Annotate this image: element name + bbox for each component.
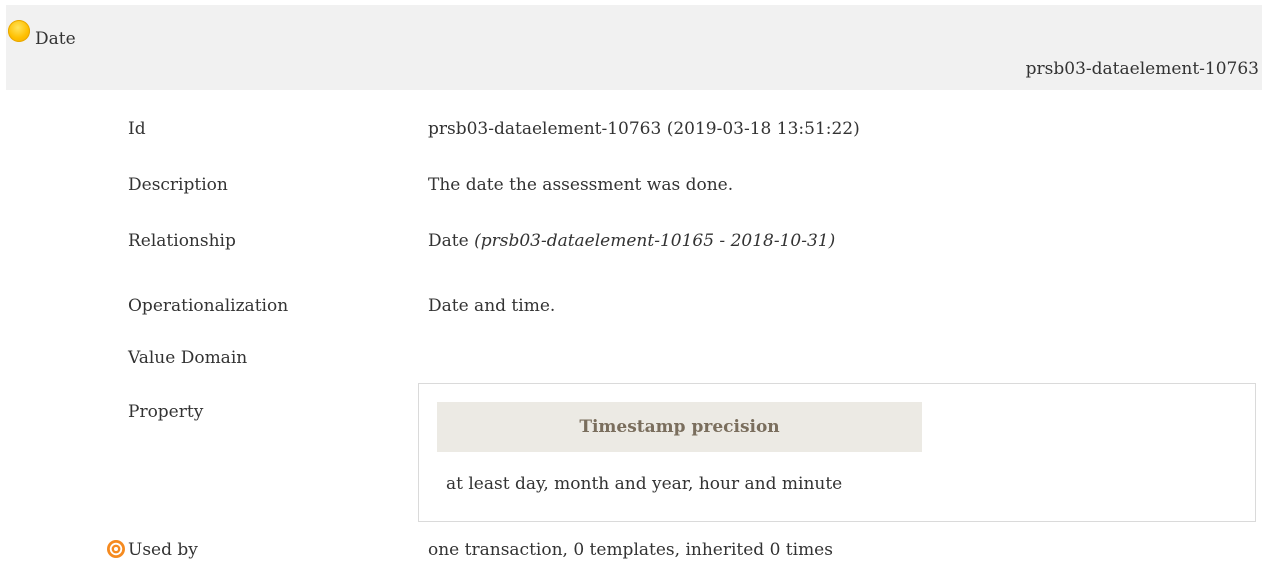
value-domain-label: Value Domain [128, 348, 248, 368]
operationalization-label: Operationalization [128, 296, 289, 316]
property-name: Timestamp precision [437, 402, 922, 452]
operationalization-value: Date and time. [428, 296, 556, 316]
description-value: The date the assessment was done. [428, 175, 734, 195]
relationship-label: Relationship [128, 231, 236, 251]
used-by-label: Used by [128, 540, 198, 560]
concept-header: Date prsb03-dataelement-10763 [6, 5, 1262, 90]
relationship-value: Date (prsb03-dataelement-10165 - 2018-10… [428, 230, 835, 252]
description-label: Description [128, 175, 228, 195]
id-label: Id [128, 119, 146, 139]
target-icon [107, 540, 125, 558]
property-box: Timestamp precision at least day, month … [418, 383, 1256, 522]
concept-identifier: prsb03-dataelement-10763 [1025, 59, 1259, 79]
relationship-reference: (prsb03-dataelement-10165 - 2018-10-31) [474, 231, 836, 251]
relationship-name: Date [428, 231, 469, 251]
id-value: prsb03-dataelement-10763 (2019-03-18 13:… [428, 119, 860, 139]
property-label: Property [128, 402, 204, 422]
property-value: at least day, month and year, hour and m… [446, 474, 843, 494]
status-dot-icon [8, 20, 30, 42]
used-by-value: one transaction, 0 templates, inherited … [428, 540, 833, 560]
concept-title: Date [35, 29, 76, 49]
